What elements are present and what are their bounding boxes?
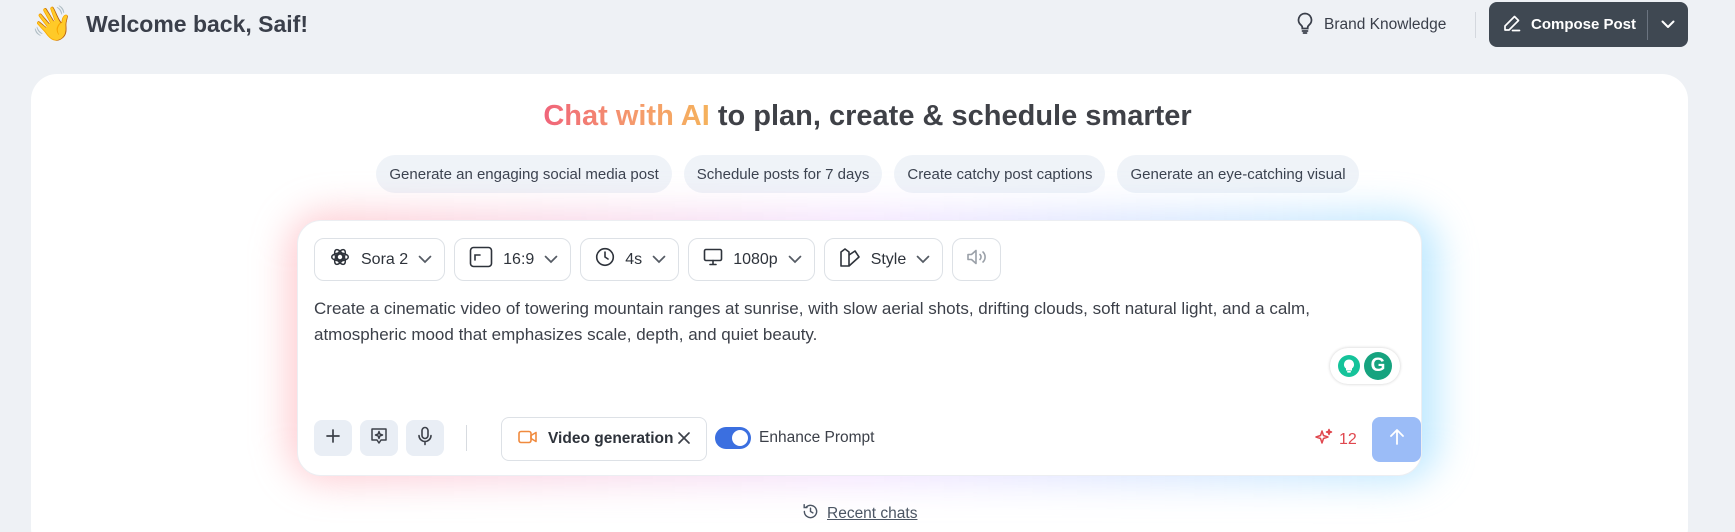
remove-mode-button[interactable] — [674, 430, 694, 450]
chevron-down-icon — [544, 251, 558, 269]
recent-chats-link[interactable]: Recent chats — [802, 503, 917, 525]
suggestion-chips: Generate an engaging social media post S… — [0, 155, 1735, 193]
send-button[interactable] — [1372, 417, 1421, 462]
plus-icon — [325, 428, 341, 449]
compose-post-button[interactable]: Compose Post — [1489, 2, 1647, 47]
openai-icon — [329, 246, 351, 273]
audio-toggle-button[interactable] — [952, 238, 1002, 281]
style-label: Style — [870, 250, 907, 268]
chevron-down-icon — [418, 251, 432, 269]
speaker-icon — [966, 248, 988, 271]
credits-indicator: 12 — [1315, 428, 1357, 451]
brand-knowledge-button[interactable]: Brand Knowledge — [1296, 12, 1447, 39]
aspect-ratio-select[interactable]: 16:9 — [454, 238, 572, 281]
prompt-input[interactable]: Create a cinematic video of towering mou… — [314, 296, 1394, 348]
video-camera-icon — [518, 430, 538, 449]
microphone-icon — [417, 426, 433, 451]
resolution-select[interactable]: 1080p — [688, 238, 815, 281]
aspect-ratio-icon — [469, 246, 493, 273]
suggestion-chip[interactable]: Schedule posts for 7 days — [683, 155, 883, 193]
grammarly-logo-icon: G — [1364, 352, 1392, 380]
pencil-icon — [1503, 14, 1521, 36]
suggestion-chip[interactable]: Generate an eye-catching visual — [1117, 155, 1359, 193]
actions-divider — [466, 425, 467, 451]
compose-post-label: Compose Post — [1531, 16, 1637, 33]
model-select[interactable]: Sora 2 — [314, 238, 446, 281]
duration-label: 4s — [625, 250, 643, 268]
waving-hand-icon: 👋 — [31, 4, 74, 44]
brand-knowledge-label: Brand Knowledge — [1324, 16, 1447, 33]
history-icon — [802, 503, 819, 525]
composer-actions: Video generation Enhance Prompt 12 — [314, 417, 1421, 462]
close-icon — [677, 431, 691, 450]
prompt-composer: Sora 2 16:9 4s 1080p Style Create a cine… — [297, 220, 1422, 476]
hero-rest: to plan, create & schedule smarter — [709, 100, 1192, 132]
suggestion-chip[interactable]: Create catchy post captions — [894, 155, 1106, 193]
chevron-down-icon — [1661, 16, 1675, 34]
clock-icon — [595, 247, 615, 272]
style-select[interactable]: Style — [823, 238, 944, 281]
add-attachment-button[interactable] — [314, 420, 352, 456]
welcome-heading: Welcome back, Saif! — [86, 11, 308, 37]
enhance-prompt-toggle[interactable] — [715, 427, 751, 449]
duration-select[interactable]: 4s — [580, 238, 680, 281]
palette-icon — [839, 246, 861, 273]
enhance-prompt-label: Enhance Prompt — [759, 429, 875, 446]
video-generation-chip: Video generation — [501, 417, 707, 461]
chevron-down-icon — [652, 251, 666, 269]
chevron-down-icon — [788, 251, 802, 269]
recent-chats-label: Recent chats — [827, 505, 918, 522]
aspect-ratio-label: 16:9 — [503, 250, 535, 268]
lightbulb-icon — [1296, 12, 1314, 39]
toggle-knob — [732, 430, 748, 446]
chevron-down-icon — [916, 251, 930, 269]
header-divider — [1475, 12, 1476, 38]
suggestion-chip[interactable]: Generate an engaging social media post — [376, 155, 672, 193]
top-bar: 👋 Welcome back, Saif! Brand Knowledge Co… — [0, 0, 1735, 52]
grammarly-widget[interactable]: G — [1330, 348, 1400, 384]
grammarly-bulb-icon — [1338, 355, 1360, 377]
hero-heading: Chat with AI to plan, create & schedule … — [0, 100, 1735, 133]
voice-input-button[interactable] — [406, 420, 444, 456]
credits-count: 12 — [1339, 430, 1357, 448]
video-generation-label: Video generation — [548, 430, 674, 447]
compose-post-control: Compose Post — [1489, 2, 1688, 47]
compose-options-button[interactable] — [1648, 2, 1688, 47]
ai-prompt-button[interactable] — [360, 420, 398, 456]
model-label: Sora 2 — [361, 250, 409, 268]
arrow-up-icon — [1389, 428, 1405, 451]
hero-highlight: Chat with AI — [543, 100, 710, 132]
generation-options: Sora 2 16:9 4s 1080p Style — [314, 238, 1002, 281]
sparkles-icon — [1315, 428, 1333, 451]
chat-sparkle-icon — [369, 426, 389, 451]
resolution-label: 1080p — [733, 250, 778, 268]
monitor-icon — [703, 248, 723, 271]
